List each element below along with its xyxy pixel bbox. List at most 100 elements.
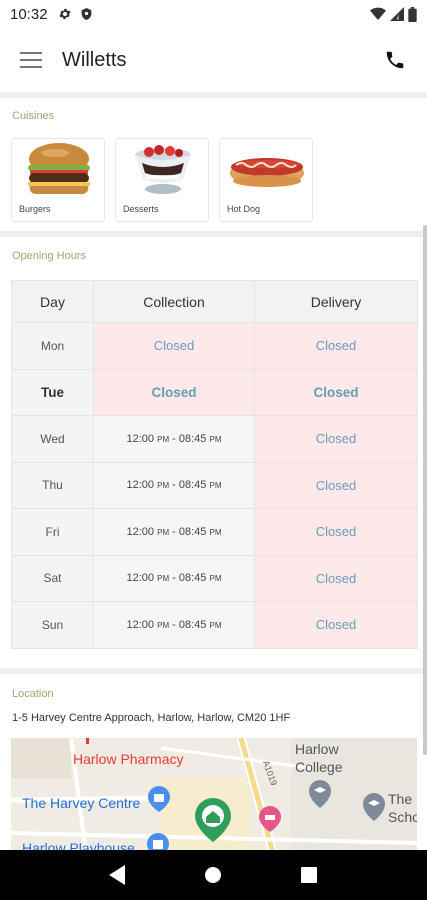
back-icon [108, 865, 125, 885]
cuisine-label: Desserts [123, 204, 159, 214]
shopping-pin-icon [148, 786, 170, 812]
table-header-row: Day Collection Delivery [11, 280, 418, 323]
close-time: 08:45 [178, 479, 207, 492]
home-button[interactable] [193, 855, 233, 895]
cuisine-label: Hot Dog [227, 204, 261, 214]
table-row: Fri 12:00 PM - 08:45 PM Closed [11, 508, 418, 556]
divider [0, 92, 427, 98]
day-cell: Thu [11, 461, 94, 509]
address-text: 1-5 Harvey Centre Approach, Harlow, Harl… [12, 712, 291, 724]
table-row: Thu 12:00 PM - 08:45 PM Closed [11, 461, 418, 509]
scrollbar[interactable] [423, 225, 427, 755]
delivery-cell: Closed [254, 601, 418, 649]
signal-icon [390, 7, 404, 21]
delivery-cell: Closed [254, 322, 418, 370]
cuisine-card-desserts[interactable]: Desserts [115, 138, 209, 222]
cuisine-list: Burgers Desserts Hot Dog [11, 138, 313, 222]
map-label-college-1: Harlow [295, 741, 339, 757]
hamburger-menu-icon [20, 52, 42, 68]
close-time: 08:45 [178, 618, 207, 631]
open-time-suffix: PM [157, 434, 170, 444]
phone-icon [386, 51, 404, 69]
collection-cell: 12:00 PM - 08:45 PM [93, 461, 255, 509]
screen: 10:32 Willetts Cuisines Burgers Desserts… [0, 0, 427, 900]
location-marker-icon [195, 798, 231, 842]
wifi-icon [370, 7, 386, 20]
map-label-college-2: College [295, 759, 343, 775]
day-cell: Wed [11, 415, 94, 463]
open-time-suffix: PM [157, 574, 170, 584]
home-icon [205, 867, 222, 883]
collection-cell: Closed [93, 368, 255, 416]
menu-button[interactable] [0, 28, 62, 92]
close-time-suffix: PM [209, 434, 222, 444]
cuisine-label: Burgers [19, 204, 51, 214]
column-header-day: Day [11, 280, 94, 323]
location-heading: Location [12, 688, 54, 700]
collection-cell: 12:00 PM - 08:45 PM [93, 415, 255, 463]
table-row-today: Tue Closed Closed [11, 368, 418, 416]
cuisine-card-hot-dog[interactable]: Hot Dog [219, 138, 313, 222]
close-time: 08:45 [178, 525, 207, 538]
gear-icon [59, 8, 71, 20]
column-header-delivery: Delivery [254, 280, 418, 323]
time-separator: - [169, 432, 179, 445]
hot-dog-image [230, 158, 304, 187]
shield-icon [81, 8, 91, 20]
status-bar: 10:32 [0, 0, 427, 28]
open-time-suffix: PM [157, 527, 170, 537]
app-bar: Willetts [0, 28, 427, 92]
open-time: 12:00 [126, 618, 155, 631]
opening-hours-heading: Opening Hours [12, 250, 86, 262]
hotel-pin-icon [259, 806, 281, 832]
call-button[interactable] [381, 46, 409, 74]
open-time: 12:00 [126, 432, 155, 445]
map-label-school-2: Scho [388, 809, 417, 825]
table-row: Wed 12:00 PM - 08:45 PM Closed [11, 415, 418, 463]
day-cell: Sat [11, 554, 94, 602]
delivery-cell: Closed [254, 461, 418, 509]
back-button[interactable] [98, 855, 138, 895]
battery-icon [408, 6, 417, 22]
close-time-suffix: PM [209, 481, 222, 491]
map-label-pharmacy: Harlow Pharmacy [73, 751, 184, 767]
table-row: Sat 12:00 PM - 08:45 PM Closed [11, 554, 418, 602]
recents-icon [301, 867, 318, 883]
dessert-image [135, 145, 191, 194]
divider [0, 668, 427, 674]
college-pin-icon [309, 780, 331, 808]
location-map[interactable]: Harlow Pharmacy The Harvey Centre Harlow… [11, 738, 417, 853]
time-separator: - [169, 525, 179, 538]
close-time-suffix: PM [209, 574, 222, 584]
close-time-suffix: PM [209, 620, 222, 630]
open-time: 12:00 [126, 525, 155, 538]
system-nav-bar [0, 850, 427, 900]
table-row: Mon Closed Closed [11, 322, 418, 370]
time-separator: - [169, 572, 179, 585]
map-label-school-1: The [388, 791, 413, 807]
time-separator: - [169, 479, 179, 492]
collection-cell: Closed [93, 322, 255, 370]
opening-hours-table: Day Collection Delivery Mon Closed Close… [11, 280, 418, 649]
recents-button[interactable] [289, 855, 329, 895]
cuisine-card-burgers[interactable]: Burgers [11, 138, 105, 222]
day-cell: Mon [11, 322, 94, 370]
collection-cell: 12:00 PM - 08:45 PM [93, 601, 255, 649]
burger-image [28, 143, 90, 195]
open-time-suffix: PM [157, 620, 170, 630]
status-time: 10:32 [10, 5, 48, 23]
open-time: 12:00 [126, 479, 155, 492]
delivery-cell: Closed [254, 554, 418, 602]
close-time: 08:45 [178, 572, 207, 585]
day-cell: Tue [11, 368, 94, 416]
time-separator: - [169, 618, 179, 631]
divider [0, 231, 427, 237]
day-cell: Fri [11, 508, 94, 556]
open-time-suffix: PM [157, 481, 170, 491]
delivery-cell: Closed [254, 508, 418, 556]
column-header-collection: Collection [93, 280, 255, 323]
close-time-suffix: PM [209, 527, 222, 537]
delivery-cell: Closed [254, 415, 418, 463]
page-title: Willetts [62, 48, 127, 71]
collection-cell: 12:00 PM - 08:45 PM [93, 554, 255, 602]
